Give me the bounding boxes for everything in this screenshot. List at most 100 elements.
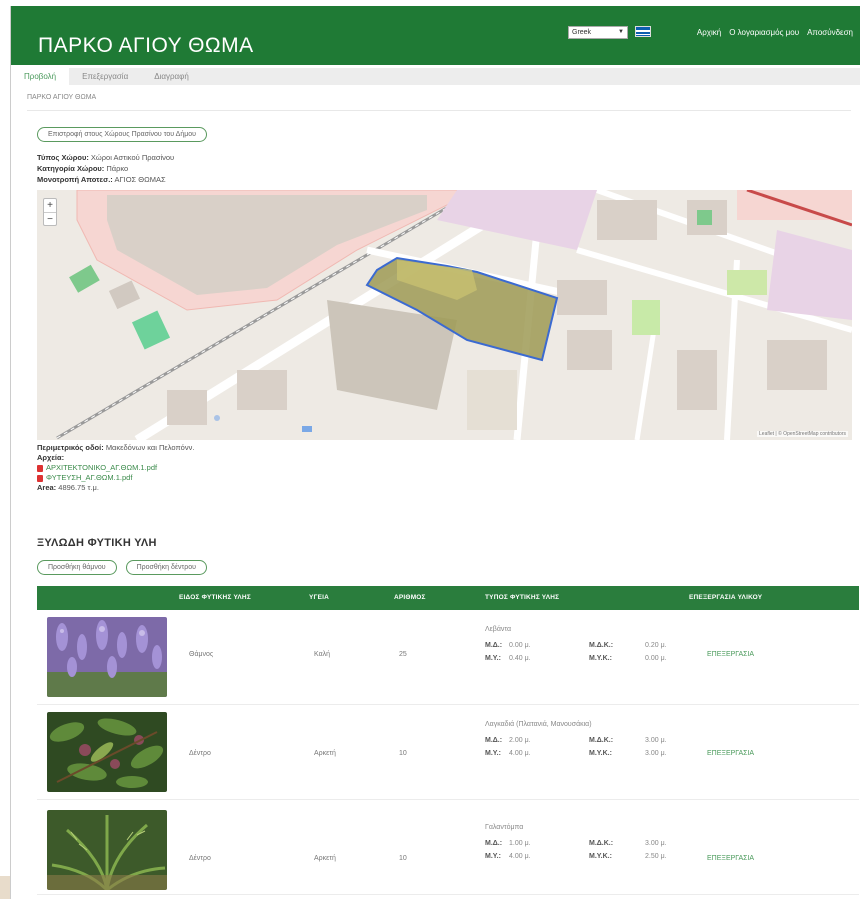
dim-value: 4.00 μ.: [509, 853, 531, 860]
nav-account-link[interactable]: Ο λογαριασμός μου: [729, 28, 799, 37]
tab-delete[interactable]: Διαγραφή: [141, 68, 202, 85]
dim-label: Μ.Δ.Κ.:: [589, 840, 614, 847]
tree-fruit-image: [47, 712, 167, 792]
section-title: ΞΥΛΩΔΗ ΦΥΤΙΚΗ ΥΛΗ: [37, 537, 157, 549]
dim-value: 0.20 μ.: [645, 642, 667, 649]
fern-tree-image: [47, 810, 167, 890]
dim-value: 3.00 μ.: [645, 840, 667, 847]
dim-label: Μ.Δ.:: [485, 840, 503, 847]
greek-flag-icon[interactable]: [635, 26, 651, 37]
col-species: ΕΙΔΟΣ ΦΥΤΙΚΗΣ ΥΛΗΣ: [179, 594, 251, 601]
health-cell: Αρκετή: [314, 750, 336, 757]
site-header: ΠΑΡΚΟ ΑΓΙΟΥ ΘΩΜΑ Greek ▼ Αρχική Ο λογαρι…: [11, 6, 860, 65]
info-label: Μονοτροπή Αποτεσ.:: [37, 175, 113, 184]
dim-label: Μ.Υ.Κ.:: [589, 750, 612, 757]
info-label: Τύπος Χώρου:: [37, 153, 89, 162]
map-view[interactable]: + − Leaflet | © OpenStreetMap contributo…: [37, 190, 852, 440]
col-edit: ΕΠΕΞΕΡΓΑΣΙΑ ΥΛΙΚΟΥ: [689, 594, 763, 601]
dim-value: 0.00 μ.: [645, 655, 667, 662]
species-cell: Δέντρο: [189, 750, 211, 757]
table-header: ΕΙΔΟΣ ΦΥΤΙΚΗΣ ΥΛΗΣ ΥΓΕΙΑ ΑΡΙΘΜΟΣ ΤΥΠΟΣ Φ…: [37, 586, 859, 610]
map-zoom-control: + −: [43, 198, 57, 226]
surrounding-label: Περιμετρικός οδοί:: [37, 443, 104, 452]
type-cell: Λεβάντα: [485, 626, 512, 633]
dim-value: 3.00 μ.: [645, 750, 667, 757]
nav-logout-link[interactable]: Αποσύνδεση: [807, 28, 853, 37]
file-name[interactable]: ΑΡΧΙΤΕΚΤΟΝΙΚΟ_ΑΓ.ΘΩΜ.1.pdf: [46, 463, 157, 473]
nav-home-link[interactable]: Αρχική: [697, 28, 721, 37]
dim-label: Μ.Δ.:: [485, 737, 503, 744]
table-row: Δέντρο Αρκετή 10 Γαλαντόμπα Μ.Δ.: 1.00 μ.…: [37, 800, 859, 895]
dim-value: 1.00 μ.: [509, 840, 531, 847]
health-cell: Αρκετή: [314, 855, 336, 862]
details-block: Περιμετρικός οδοί: Μακεδόνων και Πελοπόν…: [37, 443, 194, 493]
edit-link[interactable]: ΕΠΕΞΕΡΓΑΣΙΑ: [707, 750, 754, 757]
map-attribution[interactable]: Leaflet | © OpenStreetMap contributors: [757, 431, 848, 437]
site-title[interactable]: ΠΑΡΚΟ ΑΓΙΟΥ ΘΩΜΑ: [38, 34, 254, 58]
health-cell: Καλή: [314, 651, 331, 658]
map-canvas: [37, 190, 852, 440]
pdf-icon: [37, 474, 43, 482]
edit-link[interactable]: ΕΠΕΞΕΡΓΑΣΙΑ: [707, 651, 754, 658]
table-row: Δέντρο Αρκετή 10 Λαγκαδιά (Πλατανιά, Μαν…: [37, 705, 859, 800]
dim-value: 0.00 μ.: [509, 642, 531, 649]
info-block: Τύπος Χώρου: Χώροι Αστικού Πρασίνου Κατη…: [37, 152, 174, 185]
files-label: Αρχεία:: [37, 453, 194, 463]
dim-label: Μ.Υ.:: [485, 750, 501, 757]
info-line-type: Τύπος Χώρου: Χώροι Αστικού Πρασίνου: [37, 152, 174, 163]
count-cell: 10: [399, 750, 407, 757]
species-cell: Δέντρο: [189, 855, 211, 862]
file-link[interactable]: ΑΡΧΙΤΕΚΤΟΝΙΚΟ_ΑΓ.ΘΩΜ.1.pdf: [37, 463, 194, 473]
dim-label: Μ.Υ.Κ.:: [589, 655, 612, 662]
dim-label: Μ.Υ.Κ.:: [589, 853, 612, 860]
count-cell: 25: [399, 651, 407, 658]
info-line-category: Κατηγορία Χώρου: Πάρκο: [37, 163, 174, 174]
file-name[interactable]: ΦΥΤΕΥΣΗ_ΑΓ.ΘΩΜ.1.pdf: [46, 473, 132, 483]
dimensions-cell: Μ.Δ.: 1.00 μ. Μ.Δ.Κ.: 3.00 μ. Μ.Υ.: 4.00 μ. Μ…: [485, 840, 685, 866]
background-corner: [0, 876, 10, 899]
dim-value: 2.00 μ.: [509, 737, 531, 744]
language-select[interactable]: Greek ▼: [568, 26, 628, 39]
dim-value: 4.00 μ.: [509, 750, 531, 757]
zoom-in-button[interactable]: +: [44, 199, 56, 212]
dim-label: Μ.Υ.:: [485, 853, 501, 860]
add-tree-button[interactable]: Προσθήκη δέντρου: [125, 560, 207, 575]
chevron-down-icon: ▼: [618, 29, 624, 35]
area-label: Area:: [37, 483, 57, 492]
surrounding-value: Μακεδόνων και Πελοπόνν.: [105, 443, 195, 452]
user-nav: Αρχική Ο λογαριασμός μου Αποσύνδεση: [697, 28, 853, 37]
return-button[interactable]: Επιστροφή στους Χώρους Πρασίνου του Δήμο…: [37, 127, 207, 142]
area-value: 4896.75 τ.μ.: [58, 483, 99, 492]
file-link[interactable]: ΦΥΤΕΥΣΗ_ΑΓ.ΘΩΜ.1.pdf: [37, 473, 194, 483]
files-label-text: Αρχεία:: [37, 453, 65, 462]
dim-label: Μ.Δ.:: [485, 642, 503, 649]
lavender-image: [47, 617, 167, 697]
info-value: Πάρκο: [106, 164, 129, 173]
type-cell: Λαγκαδιά (Πλατανιά, Μανουσάκια): [485, 721, 592, 728]
info-value: ΑΓΙΟΣ ΘΩΜΑΣ: [114, 175, 166, 184]
dim-value: 0.40 μ.: [509, 655, 531, 662]
dim-label: Μ.Δ.Κ.:: [589, 642, 614, 649]
dimensions-cell: Μ.Δ.: 0.00 μ. Μ.Δ.Κ.: 0.20 μ. Μ.Υ.: 0.40 μ. Μ…: [485, 642, 685, 668]
surrounding-roads: Περιμετρικός οδοί: Μακεδόνων και Πελοπόν…: [37, 443, 194, 453]
species-cell: Θάμνος: [189, 651, 214, 658]
col-health: ΥΓΕΙΑ: [309, 594, 330, 601]
app-window: ΠΑΡΚΟ ΑΓΙΟΥ ΘΩΜΑ Greek ▼ Αρχική Ο λογαρι…: [10, 6, 860, 899]
dim-value: 3.00 μ.: [645, 737, 667, 744]
divider: [27, 110, 851, 111]
dimensions-cell: Μ.Δ.: 2.00 μ. Μ.Δ.Κ.: 3.00 μ. Μ.Υ.: 4.00 μ. Μ…: [485, 737, 685, 763]
info-label: Κατηγορία Χώρου:: [37, 164, 105, 173]
tab-bar: Προβολή Επεξεργασία Διαγραφή: [11, 68, 860, 85]
add-buttons: Προσθήκη θάμνου Προσθήκη δέντρου: [37, 560, 207, 575]
info-line-municipal: Μονοτροπή Αποτεσ.: ΑΓΙΟΣ ΘΩΜΑΣ: [37, 174, 174, 185]
col-type: ΤΥΠΟΣ ΦΥΤΙΚΗΣ ΥΛΗΣ: [485, 594, 560, 601]
zoom-out-button[interactable]: −: [44, 212, 56, 225]
tab-view[interactable]: Προβολή: [11, 68, 70, 85]
edit-link[interactable]: ΕΠΕΞΕΡΓΑΣΙΑ: [707, 855, 754, 862]
add-shrub-button[interactable]: Προσθήκη θάμνου: [37, 560, 117, 575]
pdf-icon: [37, 464, 43, 472]
dim-value: 2.50 μ.: [645, 853, 667, 860]
area-line: Area: 4896.75 τ.μ.: [37, 483, 194, 493]
dim-label: Μ.Υ.:: [485, 655, 501, 662]
tab-edit[interactable]: Επεξεργασία: [69, 68, 141, 85]
